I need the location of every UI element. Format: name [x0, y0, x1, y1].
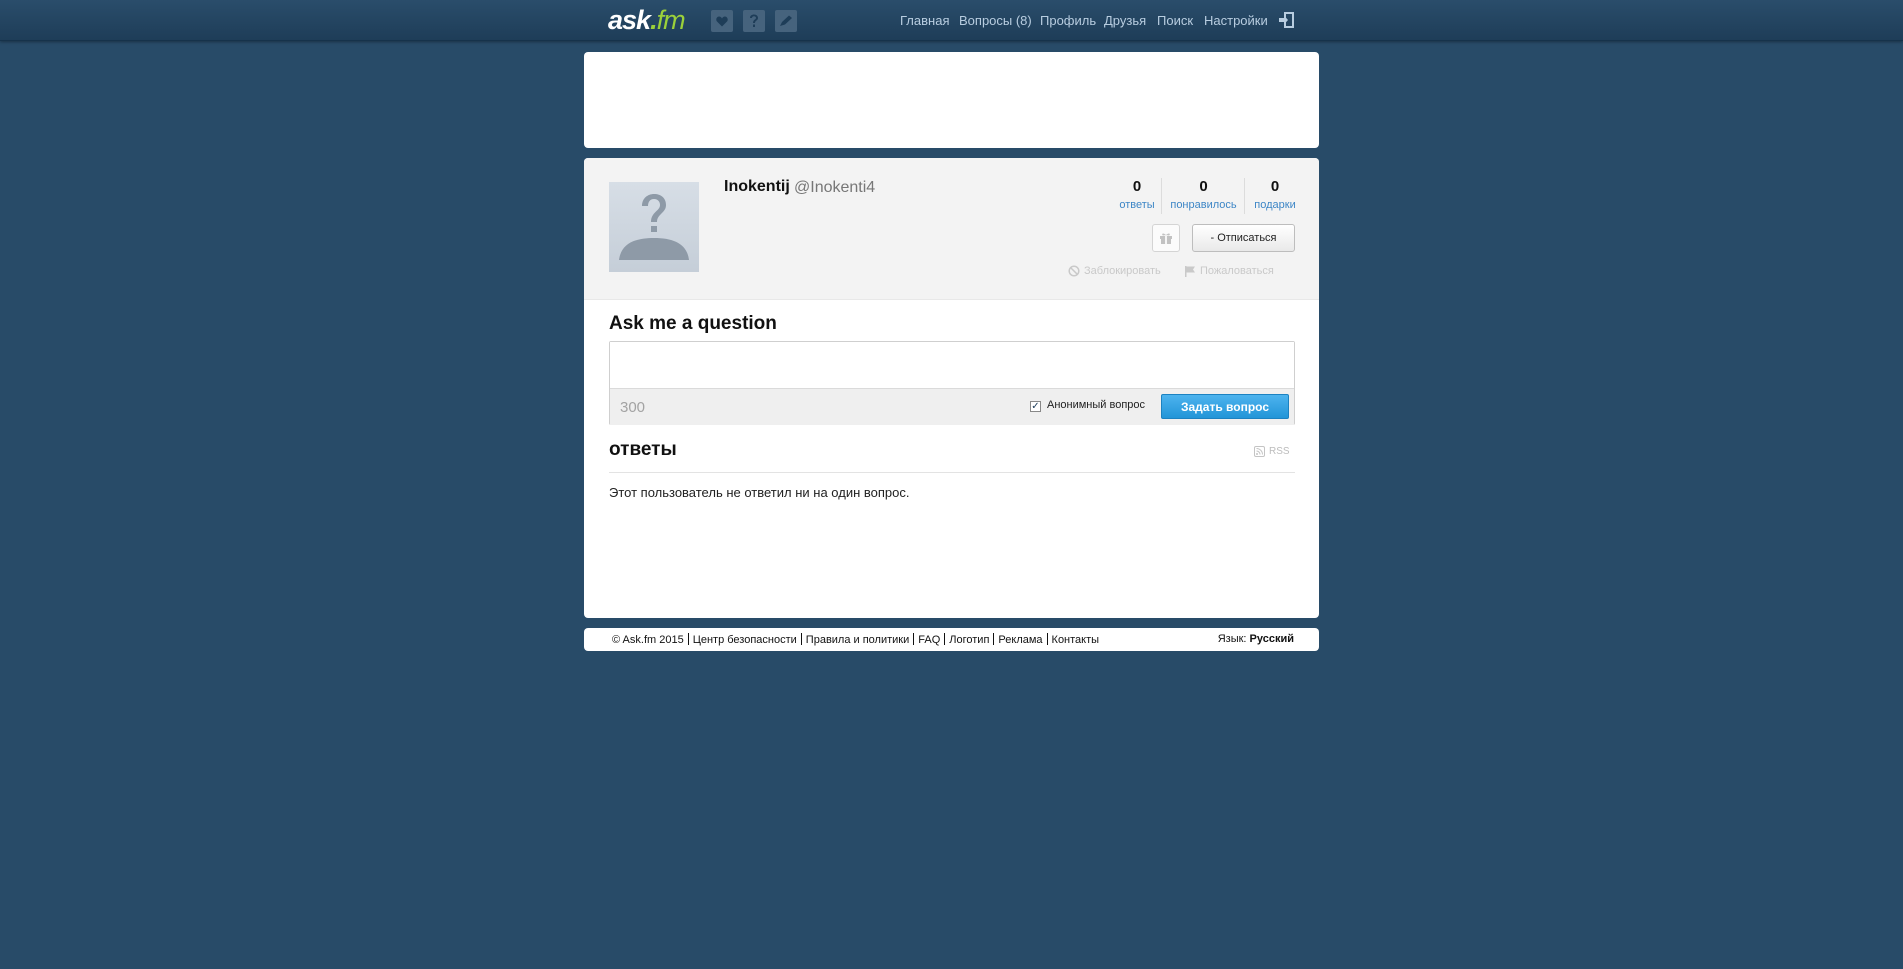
stat-likes-label: понравилось	[1170, 199, 1237, 211]
nav-questions[interactable]: Вопросы (8)	[959, 13, 1032, 29]
gift-icon	[1160, 233, 1172, 244]
ask-question-button[interactable]: Задать вопрос	[1161, 394, 1289, 419]
footer-separator	[687, 633, 689, 645]
stat-answers[interactable]: 0 ответы	[1112, 178, 1162, 212]
footer-separator	[1046, 633, 1048, 645]
language-value: Русский	[1249, 633, 1294, 645]
character-counter: 300	[620, 399, 646, 416]
footer-separator	[913, 633, 915, 645]
ask-question-form: 300 ✓ Анонимный вопрос Задать вопрос	[609, 341, 1295, 425]
ask-question-title: Ask me a question	[609, 313, 777, 334]
footer-link-faq[interactable]: FAQ	[918, 634, 940, 646]
nav-search[interactable]: Поиск	[1157, 13, 1193, 29]
rss-label: RSS	[1269, 446, 1290, 457]
stat-gifts[interactable]: 0 подарки	[1250, 178, 1300, 212]
answers-title: ответы	[609, 439, 677, 460]
top-navigation-bar: ask.fm Главная Вопросы (8) Профиль Друзь…	[0, 0, 1903, 41]
logo-text-main: ask	[608, 5, 651, 35]
language-prefix: Язык:	[1217, 633, 1247, 645]
askfm-logo[interactable]: ask.fm	[608, 5, 686, 35]
footer: © Ask.fm 2015 Центр безопасности Правила и…	[584, 628, 1319, 651]
stat-divider	[1244, 178, 1245, 214]
advertisement-panel	[584, 52, 1319, 148]
profile-header: Inokentij @Inokenti4 0 ответы 0 понравил…	[584, 158, 1319, 300]
wall-icon[interactable]	[775, 10, 797, 32]
language-selector[interactable]: Язык: Русский	[1218, 633, 1294, 645]
profile-username: @Inokenti4	[794, 179, 876, 196]
stat-gifts-value: 0	[1270, 178, 1280, 195]
logo-text-fm: fm	[656, 5, 686, 35]
stat-gifts-label: подарки	[1254, 199, 1296, 211]
ask-form-footer: 300 ✓ Анонимный вопрос Задать вопрос	[610, 388, 1294, 425]
question-input[interactable]	[610, 342, 1294, 388]
stat-likes[interactable]: 0 понравилось	[1167, 178, 1240, 212]
wall-icon-shape	[780, 15, 792, 26]
report-link[interactable]: Пожаловаться	[1184, 265, 1274, 277]
stat-answers-label: ответы	[1119, 199, 1155, 211]
stat-answers-value: 0	[1132, 178, 1142, 195]
rss-icon	[1254, 446, 1265, 457]
report-label: Пожаловаться	[1200, 265, 1274, 277]
footer-link-policies[interactable]: Правила и политики	[806, 634, 909, 646]
footer-separator	[993, 633, 995, 645]
profile-name: Inokentij	[724, 178, 790, 195]
gift-button[interactable]	[1152, 224, 1180, 252]
default-avatar-icon	[619, 194, 689, 260]
footer-link-safety[interactable]: Центр безопасности	[693, 634, 797, 646]
profile-panel: Inokentij @Inokenti4 0 ответы 0 понравил…	[584, 158, 1319, 618]
footer-copyright: © Ask.fm 2015	[612, 634, 684, 646]
block-icon	[1068, 265, 1080, 277]
footer-separator	[944, 633, 946, 645]
nav-settings[interactable]: Настройки	[1204, 13, 1268, 29]
stat-likes-value: 0	[1199, 178, 1208, 195]
flag-icon	[1185, 266, 1195, 277]
avatar[interactable]	[609, 182, 699, 272]
anonymous-checkbox[interactable]: ✓	[1030, 401, 1041, 412]
stat-divider	[1161, 178, 1162, 214]
heart-icon-shape	[716, 16, 728, 26]
nav-friends[interactable]: Друзья	[1104, 13, 1146, 29]
unsubscribe-button[interactable]: - Отписаться	[1192, 224, 1295, 252]
divider	[609, 472, 1295, 473]
logout-icon[interactable]	[1278, 12, 1294, 28]
heart-icon[interactable]	[711, 10, 733, 32]
question-icon-shape	[750, 14, 758, 27]
nav-home[interactable]: Главная	[900, 13, 949, 29]
block-link[interactable]: Заблокировать	[1068, 265, 1161, 277]
nav-profile[interactable]: Профиль	[1040, 13, 1096, 29]
rss-link[interactable]: RSS	[1254, 446, 1290, 457]
footer-link-logo[interactable]: Логотип	[949, 634, 989, 646]
footer-separator	[800, 633, 802, 645]
footer-link-ads[interactable]: Реклама	[998, 634, 1042, 646]
anonymous-label[interactable]: Анонимный вопрос	[1047, 399, 1145, 411]
question-icon[interactable]	[743, 10, 765, 32]
footer-link-contacts[interactable]: Контакты	[1052, 634, 1100, 646]
empty-answers-message: Этот пользователь не ответил ни на один …	[609, 485, 910, 500]
footer-links: © Ask.fm 2015 Центр безопасности Правила и…	[612, 633, 1099, 646]
block-label: Заблокировать	[1084, 265, 1161, 277]
